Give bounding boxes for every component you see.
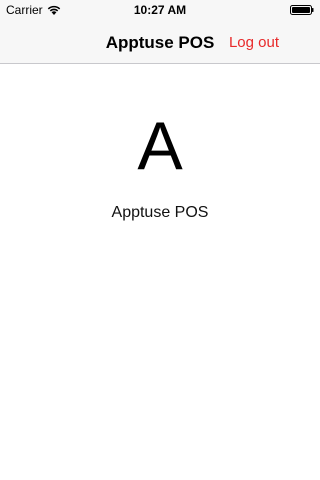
logo-letter: A — [137, 108, 183, 184]
battery-icon — [290, 5, 314, 15]
app-name-label: Apptuse POS — [111, 204, 209, 221]
status-bar: Carrier 10:27 AM — [0, 0, 320, 20]
logout-button[interactable]: Log out — [229, 34, 279, 51]
screen: Carrier 10:27 AM Apptuse POS Log out A A… — [0, 0, 320, 480]
nav-bar: Apptuse POS Log out — [0, 20, 320, 64]
status-time: 10:27 AM — [133, 3, 187, 17]
top-chrome: Carrier 10:27 AM Apptuse POS Log out — [0, 0, 320, 64]
